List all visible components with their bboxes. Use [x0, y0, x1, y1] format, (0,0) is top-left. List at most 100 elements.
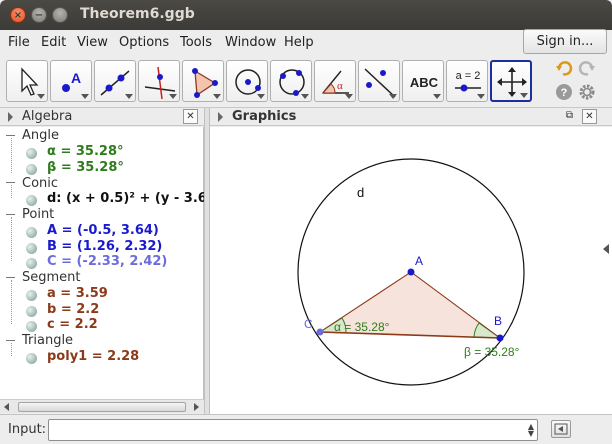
panel-toggle-icon[interactable] [8, 112, 13, 122]
menu-window[interactable]: Window [225, 35, 276, 50]
expand-sidebar-icon[interactable] [602, 243, 610, 255]
menu-edit[interactable]: Edit [41, 35, 66, 50]
move-graphics-view-tool[interactable] [490, 60, 532, 102]
menu-tools[interactable]: Tools [180, 35, 212, 50]
history-spinner-icon[interactable]: ▲ ▼ [528, 423, 534, 438]
toolbar: A α ABC a = 2 ? [0, 56, 612, 108]
scrollbar-thumb[interactable] [18, 402, 186, 412]
close-algebra-button[interactable]: ✕ [183, 109, 198, 124]
circle-center-point-tool[interactable] [226, 60, 268, 102]
menu-options[interactable]: Options [119, 35, 169, 50]
undock-icon[interactable]: ⧉ [562, 109, 577, 124]
menu-view[interactable]: View [77, 35, 108, 50]
visibility-toggle-beta[interactable] [26, 164, 37, 175]
algebra-panel-header: Algebra ✕ [0, 108, 204, 126]
input-label: Input: [8, 422, 47, 437]
visibility-toggle-C[interactable] [26, 258, 37, 269]
point-B[interactable] [496, 334, 504, 342]
label-point-C: C [304, 317, 313, 331]
graphics-panel-title: Graphics [232, 109, 297, 124]
text-tool-label: ABC [410, 75, 439, 90]
collapse-segment-icon[interactable] [6, 277, 15, 286]
text-tool[interactable]: ABC [402, 60, 444, 102]
visibility-toggle-B[interactable] [26, 243, 37, 254]
collapse-angle-icon[interactable] [6, 135, 15, 144]
group-point[interactable]: Point [22, 207, 54, 222]
slider-tool[interactable]: a = 2 [446, 60, 488, 102]
help-icon: ? [556, 84, 572, 100]
menu-help[interactable]: Help [284, 35, 314, 50]
gear-icon [579, 84, 595, 100]
algebra-item-beta[interactable]: β = 35.28° [47, 160, 124, 175]
perpendicular-line-tool[interactable] [138, 60, 180, 102]
minimize-window-button[interactable]: − [31, 7, 47, 23]
algebra-horizontal-scrollbar[interactable] [0, 399, 204, 413]
polygon-tool[interactable] [182, 60, 224, 102]
algebra-item-C[interactable]: C = (-2.33, 2.42) [47, 254, 167, 269]
graphics-view[interactable]: d A B C α = 35.28° β = 35.28° [210, 127, 612, 414]
group-conic[interactable]: Conic [22, 176, 58, 191]
algebra-item-c[interactable]: c = 2.2 [47, 317, 98, 332]
settings-button[interactable] [578, 83, 596, 101]
algebra-view: Angle α = 35.28° β = 35.28° Conic d: (x … [0, 127, 216, 399]
algebra-item-A[interactable]: A = (-0.5, 3.64) [47, 223, 159, 238]
redo-icon [578, 61, 595, 76]
virtual-keyboard-button[interactable] [551, 420, 571, 438]
close-graphics-button[interactable]: ✕ [582, 109, 597, 124]
algebra-item-a[interactable]: a = 3.59 [47, 286, 108, 301]
menu-file[interactable]: File [8, 35, 30, 50]
scroll-left-icon[interactable] [4, 403, 9, 411]
line-tool[interactable] [94, 60, 136, 102]
algebra-item-alpha[interactable]: α = 35.28° [47, 144, 124, 159]
svg-text:A: A [71, 70, 81, 86]
collapse-point-icon[interactable] [6, 214, 15, 223]
collapse-conic-icon[interactable] [6, 182, 15, 191]
algebra-item-poly1[interactable]: poly1 = 2.28 [47, 349, 139, 364]
algebra-panel-title: Algebra [22, 109, 73, 124]
group-triangle[interactable]: Triangle [22, 333, 73, 348]
redo-button[interactable] [578, 59, 596, 77]
graphics-toggle-icon[interactable] [218, 112, 223, 122]
visibility-toggle-alpha[interactable] [26, 148, 37, 159]
circle-three-points-tool[interactable] [270, 60, 312, 102]
group-angle[interactable]: Angle [22, 128, 59, 143]
keyboard-toggle-icon [554, 423, 568, 435]
sign-in-button[interactable]: Sign in... [523, 29, 607, 54]
input-field[interactable]: ▲ ▼ [48, 419, 538, 441]
move-tool[interactable] [6, 60, 48, 102]
label-alpha: α = 35.28° [334, 320, 390, 334]
algebra-item-b[interactable]: b = 2.2 [47, 302, 99, 317]
close-window-button[interactable]: × [10, 7, 26, 23]
point-tool[interactable]: A [50, 60, 92, 102]
geometry-canvas: d A B C α = 35.28° β = 35.28° [297, 158, 525, 386]
angle-tool[interactable]: α [314, 60, 356, 102]
help-button[interactable]: ? [555, 83, 573, 101]
undo-button[interactable] [555, 59, 573, 77]
undo-icon [556, 61, 573, 76]
algebra-item-d[interactable]: d: (x + 0.5)² + (y - 3.64 [47, 191, 216, 206]
visibility-toggle-c[interactable] [26, 321, 37, 332]
window-title: Theorem6.ggb [80, 6, 195, 22]
graphics-panel-header: Graphics ⧉ ✕ [210, 108, 612, 126]
visibility-toggle-a[interactable] [26, 290, 37, 301]
scroll-right-icon[interactable] [194, 403, 199, 411]
visibility-toggle-poly1[interactable] [26, 353, 37, 364]
input-bar: Input: ▲ ▼ [0, 414, 612, 444]
visibility-toggle-b[interactable] [26, 306, 37, 317]
reflect-tool[interactable] [358, 60, 400, 102]
point-C[interactable] [316, 328, 324, 336]
slider-tool-label: a = 2 [456, 70, 481, 82]
svg-text:α: α [337, 80, 343, 92]
algebra-item-B[interactable]: B = (1.26, 2.32) [47, 239, 162, 254]
maximize-window-button[interactable] [52, 7, 68, 23]
collapse-triangle-icon[interactable] [6, 340, 15, 349]
label-circle-d: d [357, 185, 364, 200]
title-bar: × − Theorem6.ggb [0, 0, 612, 30]
visibility-toggle-A[interactable] [26, 227, 37, 238]
label-beta: β = 35.28° [464, 345, 520, 359]
group-segment[interactable]: Segment [22, 270, 81, 285]
label-point-A: A [415, 254, 423, 268]
visibility-toggle-d[interactable] [26, 195, 37, 206]
point-A[interactable] [407, 268, 415, 276]
label-point-B: B [494, 314, 502, 328]
